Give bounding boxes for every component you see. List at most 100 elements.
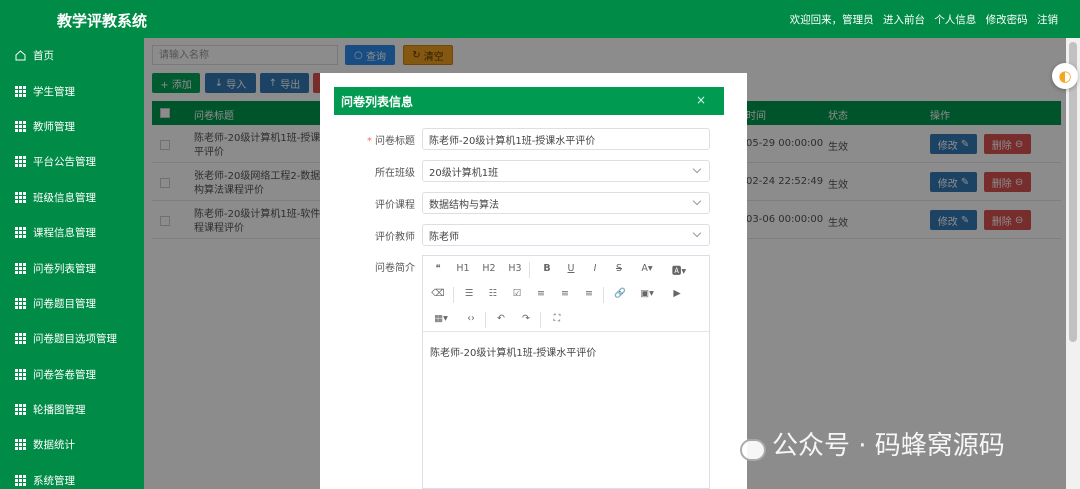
code-icon[interactable]: ‹› — [462, 313, 480, 324]
watermark: 公众号 · 码蜂窝源码 — [724, 425, 1005, 462]
chevron-down-icon — [692, 228, 702, 238]
align-left-icon[interactable]: ≡ — [532, 288, 550, 299]
sidebar-item-label: 课程信息管理 — [33, 227, 96, 240]
sidebar-item-label: 问卷答卷管理 — [33, 368, 96, 381]
header-links: 欢迎回来，管理员 进入前台 个人信息 修改密码 注销 — [784, 12, 1058, 27]
image-icon[interactable]: ▣▾ — [636, 288, 658, 299]
teacher-label: 评价教师 — [375, 232, 415, 243]
font-color-icon[interactable]: A▾ — [636, 263, 658, 274]
grid-icon — [15, 474, 26, 486]
grid-icon — [15, 227, 26, 239]
redo-icon[interactable]: ↷ — [517, 313, 535, 324]
grid-icon — [15, 191, 26, 203]
h3-button[interactable]: H3 — [506, 263, 524, 274]
sidebar-item-label: 问卷列表管理 — [33, 262, 96, 275]
change-password-link[interactable]: 修改密码 — [986, 14, 1028, 26]
rich-text-editor: ❝ H1 H2 H3 B U I S A▾ 🅰▾ ⌫ ☰ ☷ ☑ ≡ ≡ ≡ 🔗… — [422, 255, 710, 489]
grid-icon — [15, 333, 26, 345]
strikethrough-icon[interactable]: S — [610, 263, 628, 274]
bullet-list-icon[interactable]: ☰ — [460, 288, 478, 299]
sidebar: 首页 学生管理 教师管理 平台公告管理 班级信息管理 课程信息管理 问卷列表管理… — [0, 38, 144, 489]
chevron-down-icon — [692, 196, 702, 206]
home-icon — [15, 50, 26, 61]
class-select-value: 20级计算机1班 — [429, 167, 499, 179]
sidebar-item-teachers[interactable]: 教师管理 — [0, 109, 144, 144]
sidebar-item-statistics[interactable]: 数据统计 — [0, 427, 144, 462]
enter-frontend-link[interactable]: 进入前台 — [883, 14, 925, 26]
numbered-list-icon[interactable]: ☷ — [484, 288, 502, 299]
align-right-icon[interactable]: ≡ — [580, 288, 598, 299]
course-select-value: 数据结构与算法 — [429, 199, 499, 211]
sidebar-item-label: 班级信息管理 — [33, 191, 96, 204]
grid-icon — [15, 262, 26, 274]
watermark-text: 公众号 · 码蜂窝源码 — [772, 431, 1005, 461]
page-scrollbar[interactable] — [1066, 38, 1080, 489]
sidebar-item-students[interactable]: 学生管理 — [0, 73, 144, 108]
bold-icon[interactable]: B — [538, 263, 556, 274]
sidebar-item-carousel[interactable]: 轮播图管理 — [0, 392, 144, 427]
sidebar-item-label: 学生管理 — [33, 85, 75, 98]
sidebar-item-questions[interactable]: 问卷题目管理 — [0, 286, 144, 321]
sidebar-item-home[interactable]: 首页 — [0, 38, 144, 73]
questionnaire-dialog: 问卷列表信息 × * 问卷标题 陈老师-20级计算机1班-授课水平评价 所在班级 … — [320, 73, 747, 489]
welcome-text: 欢迎回来，管理员 — [789, 14, 874, 26]
sidebar-item-question-options[interactable]: 问卷题目选项管理 — [0, 321, 144, 356]
teacher-select-value: 陈老师 — [429, 231, 459, 243]
sidebar-item-label: 问卷题目管理 — [33, 297, 96, 310]
fullscreen-icon[interactable]: ⛶ — [548, 313, 566, 324]
video-icon[interactable]: ▶ — [668, 288, 686, 299]
wechat-icon — [724, 429, 766, 461]
grid-icon — [15, 120, 26, 132]
sidebar-item-label: 平台公告管理 — [33, 156, 96, 169]
grid-icon — [15, 85, 26, 97]
chevron-down-icon — [692, 164, 702, 174]
grid-icon — [15, 404, 26, 416]
logout-link[interactable]: 注销 — [1037, 14, 1058, 26]
course-select[interactable]: 数据结构与算法 — [422, 192, 710, 214]
close-icon[interactable]: × — [696, 93, 706, 107]
grid-icon — [15, 297, 26, 309]
sidebar-item-label: 首页 — [33, 50, 54, 63]
profile-link[interactable]: 个人信息 — [934, 14, 976, 26]
blockquote-icon[interactable]: ❝ — [429, 263, 447, 274]
class-label: 所在班级 — [375, 168, 415, 179]
editor-toolbar: ❝ H1 H2 H3 B U I S A▾ 🅰▾ ⌫ ☰ ☷ ☑ ≡ ≡ ≡ 🔗… — [423, 256, 709, 332]
grid-icon — [15, 156, 26, 168]
link-icon[interactable]: 🔗 — [611, 288, 629, 299]
course-label: 评价课程 — [375, 200, 415, 211]
grid-icon — [15, 368, 26, 380]
top-header: 教学评教系统 欢迎回来，管理员 进入前台 个人信息 修改密码 注销 — [0, 0, 1080, 38]
assistant-float-icon[interactable]: ◐ — [1052, 63, 1078, 89]
underline-icon[interactable]: U — [562, 263, 580, 274]
sidebar-item-label: 教师管理 — [33, 120, 75, 133]
title-input[interactable]: 陈老师-20级计算机1班-授课水平评价 — [422, 128, 710, 150]
h1-button[interactable]: H1 — [454, 263, 472, 274]
sidebar-item-label: 系统管理 — [33, 474, 75, 487]
align-center-icon[interactable]: ≡ — [556, 288, 574, 299]
sidebar-item-system[interactable]: 系统管理 — [0, 463, 144, 489]
undo-icon[interactable]: ↶ — [492, 313, 510, 324]
table-icon[interactable]: ▦▾ — [430, 313, 452, 324]
sidebar-item-answers[interactable]: 问卷答卷管理 — [0, 357, 144, 392]
dialog-header: 问卷列表信息 × — [334, 87, 724, 115]
grid-icon — [15, 439, 26, 451]
sidebar-item-label: 数据统计 — [33, 439, 75, 452]
sidebar-item-announcements[interactable]: 平台公告管理 — [0, 144, 144, 179]
h2-button[interactable]: H2 — [480, 263, 498, 274]
title-label: * 问卷标题 — [367, 136, 415, 147]
eraser-icon[interactable]: ⌫ — [429, 288, 447, 299]
italic-icon[interactable]: I — [586, 263, 604, 274]
todo-icon[interactable]: ☑ — [508, 288, 526, 299]
sidebar-item-label: 问卷题目选项管理 — [33, 333, 117, 346]
background-color-icon[interactable]: 🅰▾ — [668, 263, 690, 277]
sidebar-item-questionnaires[interactable]: 问卷列表管理 — [0, 250, 144, 285]
sidebar-item-classes[interactable]: 班级信息管理 — [0, 180, 144, 215]
dialog-title: 问卷列表信息 — [341, 95, 414, 109]
class-select[interactable]: 20级计算机1班 — [422, 160, 710, 182]
sidebar-item-courses[interactable]: 课程信息管理 — [0, 215, 144, 250]
teacher-select[interactable]: 陈老师 — [422, 224, 710, 246]
sidebar-item-label: 轮播图管理 — [33, 404, 86, 417]
intro-label: 问卷简介 — [375, 263, 415, 274]
app-title: 教学评教系统 — [57, 12, 148, 30]
editor-content[interactable]: 陈老师-20级计算机1班-授课水平评价 — [430, 344, 596, 359]
